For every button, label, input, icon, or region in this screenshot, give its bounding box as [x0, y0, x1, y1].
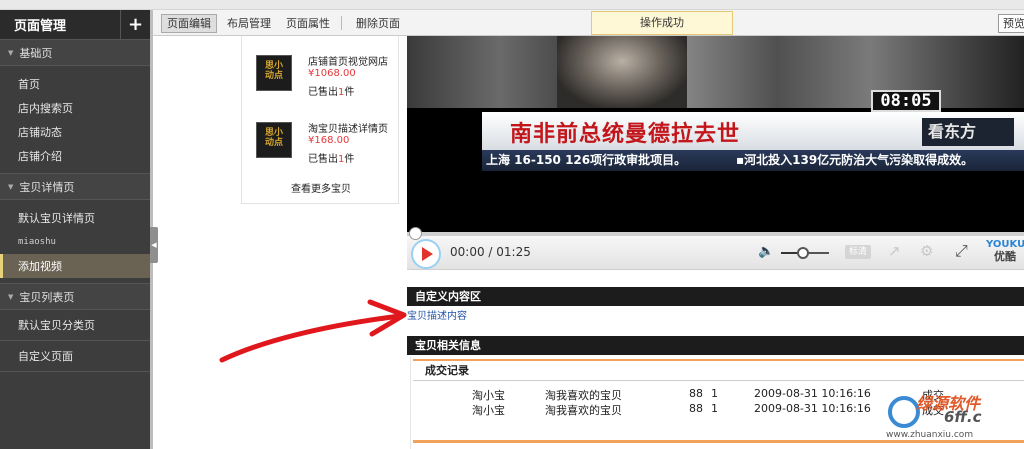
product-list: 思小 动点 店铺首页视觉网店 ¥1068.00 已售出1件 思小 动点 淘宝贝描述详… — [241, 36, 399, 204]
product-price: ¥1068.00 — [308, 68, 356, 79]
channel-logo: 看东方 — [922, 118, 1014, 146]
view-more-link[interactable]: 查看更多宝贝 — [242, 180, 400, 195]
caret-down-icon: ▼ — [8, 48, 14, 57]
caret-down-icon: ▼ — [8, 182, 14, 191]
sidebar-item-search[interactable]: 店内搜索页 — [0, 96, 150, 120]
volume-slider[interactable] — [781, 247, 829, 259]
product-item[interactable]: 思小 动点 店铺首页视觉网店 ¥1068.00 已售出1件 — [242, 51, 400, 111]
sidebar-item-miaoshu[interactable]: miaoshu — [0, 230, 150, 254]
sidebar-item-default-category[interactable]: 默认宝贝分类页 — [0, 310, 150, 341]
play-button[interactable] — [411, 239, 441, 269]
sidebar-item-add-video[interactable]: 添加视频 — [0, 254, 150, 278]
product-thumbnail[interactable]: 思小 动点 — [256, 122, 292, 158]
sidebar-header: 页面管理 + — [0, 9, 150, 40]
buyer-cell: 淘小宝 — [472, 389, 505, 402]
video-clock: 08:05 — [871, 90, 941, 112]
sidebar-item-default-detail[interactable]: 默认宝贝详情页 — [0, 206, 150, 230]
product-name[interactable]: 店铺首页视觉网店 — [308, 53, 388, 68]
sidebar-group-label: 宝贝列表页 — [19, 290, 75, 304]
table-row: 淘小宝 淘我喜欢的宝贝 88 1 2009-08-31 10:16:16 成交 — [411, 402, 1024, 417]
trade-footer-line — [413, 440, 1024, 443]
price-cell: 88 — [689, 387, 703, 400]
trade-records-title: 成交记录 — [413, 359, 1024, 381]
fullscreen-icon[interactable]: ⤢ — [955, 241, 968, 261]
price-cell: 88 — [689, 402, 703, 415]
sold-prefix: 已售出 — [308, 154, 338, 165]
preview-button[interactable]: 预览 — [998, 14, 1024, 33]
progress-knob[interactable] — [409, 227, 422, 240]
sidebar: 页面管理 + ▼ 基础页 首页 店内搜索页 店铺动态 店铺介绍 ▼ 宝贝详情页 … — [0, 9, 150, 449]
item-cell: 淘我喜欢的宝贝 — [545, 389, 622, 402]
product-price: ¥168.00 — [308, 135, 350, 146]
toolbar: 页面编辑 布局管理 页面属性 删除页面 操作成功 预览 — [153, 10, 1024, 36]
sidebar-title: 页面管理 — [14, 19, 67, 34]
ticker-text-left: 上海 16-150 126项行政审批项目。 — [486, 153, 687, 167]
news-banner: 南非前总统曼德拉去世 看东方 — [482, 112, 1024, 150]
progress-bar[interactable] — [407, 227, 1024, 240]
sidebar-item-custom-page[interactable]: 自定义页面 — [0, 341, 150, 372]
sold-prefix: 已售出 — [308, 87, 338, 98]
volume-icon[interactable]: 🔈 — [758, 244, 774, 259]
success-toast: 操作成功 — [591, 11, 733, 35]
tab-layout-manage[interactable]: 布局管理 — [221, 14, 277, 33]
tab-page-props[interactable]: 页面属性 — [280, 14, 336, 33]
settings-gear-icon[interactable]: ⚙ — [920, 242, 933, 260]
browser-top-strip — [0, 0, 1024, 10]
product-sold: 已售出1件 — [308, 83, 354, 98]
product-sold: 已售出1件 — [308, 150, 354, 165]
sidebar-item-home[interactable]: 首页 — [0, 72, 150, 96]
time-cell: 2009-08-31 10:16:16 — [754, 402, 871, 415]
sidebar-group-label: 宝贝详情页 — [19, 180, 75, 194]
sidebar-item-intro[interactable]: 店铺介绍 — [0, 144, 150, 168]
sidebar-group-label: 基础页 — [19, 46, 53, 60]
volume-knob[interactable] — [796, 247, 809, 259]
item-cell: 淘我喜欢的宝贝 — [545, 404, 622, 417]
product-item[interactable]: 思小 动点 淘宝贝描述详情页 ¥168.00 已售出1件 — [242, 118, 400, 178]
product-thumbnail[interactable]: 思小 动点 — [256, 55, 292, 91]
delete-page-button[interactable]: 删除页面 — [350, 14, 406, 33]
collapse-handle-icon[interactable]: ◀ — [150, 227, 158, 263]
buyer-cell: 淘小宝 — [472, 404, 505, 417]
red-annotation-arrow-icon — [219, 299, 407, 363]
sidebar-group-basic[interactable]: ▼ 基础页 — [0, 40, 150, 66]
quality-button[interactable]: 标清 — [845, 245, 871, 259]
status-cell: 成交 — [922, 389, 944, 402]
video-controls: 00:00 / 01:25 🔈 标清 ↗ ⚙ ⤢ YOUKU 优酷 — [407, 227, 1024, 270]
toolbar-divider — [341, 16, 342, 30]
status-cell: 成交 — [922, 404, 944, 417]
custom-area-header: 自定义内容区 — [407, 287, 1024, 306]
sidebar-item-news[interactable]: 店铺动态 — [0, 120, 150, 144]
news-headline: 南非前总统曼德拉去世 — [510, 122, 741, 147]
sidebar-group-detail[interactable]: ▼ 宝贝详情页 — [0, 174, 150, 200]
youku-logo-zh: 优酷 — [994, 250, 1016, 263]
time-display: 00:00 / 01:25 — [450, 245, 531, 259]
product-name[interactable]: 淘宝贝描述详情页 — [308, 120, 388, 135]
news-ticker: 上海 16-150 126项行政审批项目。 ▪河北投入139亿元防治大气污染取得… — [482, 150, 1024, 171]
qty-cell: 1 — [711, 402, 718, 415]
sidebar-group-list[interactable]: ▼ 宝贝列表页 — [0, 284, 150, 310]
sold-suffix: 件 — [344, 154, 355, 165]
share-icon[interactable]: ↗ — [888, 242, 901, 260]
time-cell: 2009-08-31 10:16:16 — [754, 387, 871, 400]
caret-down-icon: ▼ — [8, 292, 14, 301]
table-row: 淘小宝 淘我喜欢的宝贝 88 1 2009-08-31 10:16:16 成交 — [411, 387, 1024, 402]
play-icon — [422, 247, 433, 261]
qty-cell: 1 — [711, 387, 718, 400]
video-player[interactable]: 08:05 南非前总统曼德拉去世 看东方 上海 16-150 126项行政审批项… — [407, 36, 1024, 232]
ticker-text-right: ▪河北投入139亿元防治大气污染取得成效。 — [736, 153, 974, 167]
related-info-header: 宝贝相关信息 — [407, 336, 1024, 355]
add-page-button[interactable]: + — [120, 9, 150, 40]
trade-records: 成交记录 淘小宝 淘我喜欢的宝贝 88 1 2009-08-31 10:16:1… — [410, 357, 1024, 449]
video-frame-figure — [557, 36, 687, 108]
youku-logo[interactable]: YOUKU 优酷 — [986, 239, 1024, 263]
tab-page-edit[interactable]: 页面编辑 — [161, 14, 217, 33]
sold-suffix: 件 — [344, 87, 355, 98]
